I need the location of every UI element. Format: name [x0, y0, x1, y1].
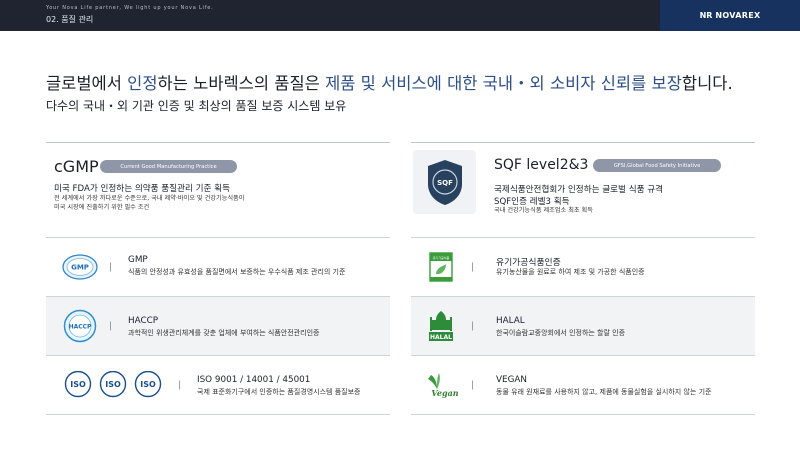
haccp-badge-text: HACCP	[69, 324, 92, 331]
cert-row-halal: HALAL HALAL 한국이슬람교중앙회에서 인정하는 할랄 인증	[411, 297, 755, 355]
cgmp-pill-badge: Current Good Manufacturing Practice	[100, 160, 237, 173]
gmp-desc: 식품의 안정성과 유효성을 품질면에서 보증하는 우수식품 제조 관리의 기준	[128, 268, 346, 276]
halal-title: HALAL	[496, 316, 525, 326]
cert-row-organic: 유기가공식품 유기가공식품인증 유기농산물을 원료로 하여 제조 및 가공한 식…	[411, 238, 755, 296]
cgmp-small-desc-2: 미국 시장에 진출하기 위한 필수 조건	[54, 204, 150, 211]
iso-badge-text-2: ISO	[105, 380, 121, 389]
sqf-seal-icon: SQF	[427, 160, 462, 205]
haccp-badge-icon: HACCP	[63, 309, 97, 343]
divider	[411, 142, 755, 143]
gmp-badge-icon: GMP	[62, 254, 98, 280]
iso-title: ISO 9001 / 14001 / 45001	[197, 375, 311, 385]
iso-badges-icon: ISO ISO ISO	[64, 371, 162, 398]
gmp-badge-text: GMP	[71, 264, 89, 272]
brand-mark-icon: NR	[699, 11, 713, 20]
organic-badge-icon: 유기가공식품	[429, 252, 453, 282]
divider	[46, 142, 390, 143]
iso-badge-text-3: ISO	[140, 380, 156, 389]
separator	[472, 380, 473, 390]
section-title: 02. 품질 관리	[46, 15, 94, 24]
sqf-pill-badge: GFSI,Global Food Safety Initiative	[593, 159, 721, 172]
sqf-desc-1: 국제식품안전협회가 인정하는 글로벌 식품 규격	[494, 185, 664, 195]
organic-desc: 유기농산물을 원료로 하여 제조 및 가공한 식품인증	[496, 268, 645, 276]
top-bar: Your Nova Life partner, We light up your…	[0, 0, 800, 31]
brand-name: NOVAREX	[715, 11, 761, 20]
tagline: Your Nova Life partner, We light up your…	[46, 5, 214, 11]
iso-badge-text-1: ISO	[70, 380, 86, 389]
organic-badge-text: 유기가공식품	[433, 255, 450, 260]
headline-part3: 하는 노바렉스의 품질은	[157, 74, 326, 93]
separator	[472, 262, 473, 272]
separator	[110, 321, 111, 331]
cert-row-gmp: GMP GMP 식품의 안정성과 유효성을 품질면에서 보증하는 우수식품 제조…	[46, 238, 390, 296]
vegan-badge-icon: Vegan	[428, 373, 459, 398]
halal-desc: 한국이슬람교중앙회에서 인정하는 할랄 인증	[496, 329, 626, 337]
page-subtitle: 다수의 국내・외 기관 인증 및 최상의 품질 보증 시스템 보유	[46, 99, 347, 113]
sqf-logo-text: SQF	[437, 179, 453, 187]
separator	[472, 321, 473, 331]
halal-badge-text: HALAL	[430, 334, 452, 341]
cert-row-iso: ISO ISO ISO ISO 9001 / 14001 / 45001 국제 …	[46, 356, 390, 414]
vegan-badge-text: Vegan	[431, 388, 458, 398]
cert-row-vegan: Vegan VEGAN 동물 유래 원재료를 사용하지 않고, 제품에 동물실험…	[411, 356, 755, 414]
cert-row-haccp: HACCP HACCP 과학적인 위생관리체계를 갖춘 업체에 부여하는 식품안…	[46, 297, 390, 355]
page-headline: 글로벌에서 인정하는 노바렉스의 품질은 제품 및 서비스에 대한 국내・외 소…	[46, 70, 733, 94]
divider	[411, 414, 755, 415]
iso-desc: 국제 표준화기구에서 인증하는 품질경영시스템 품질보증	[197, 388, 361, 396]
cgmp-title: cGMP	[54, 157, 99, 176]
sqf-title: SQF level2&3	[494, 157, 589, 173]
vegan-desc: 동물 유래 원재료를 사용하지 않고, 제품에 동물실험을 실시하지 않는 기준	[496, 388, 712, 396]
halal-badge-icon: HALAL	[429, 311, 453, 341]
headline-part5: 합니다.	[681, 74, 733, 93]
separator	[110, 262, 111, 272]
sqf-small-desc: 국내 건강기능식품 제조업소 최초 획득	[494, 207, 593, 214]
haccp-title: HACCP	[128, 316, 159, 326]
headline-part4: 제품 및 서비스에 대한 국내・외 소비자 신뢰를 보장	[325, 74, 682, 93]
cgmp-small-desc-1: 전 세계에서 가장 까다로운 수준으로, 국내 제약·바이오 및 건강기능식품이	[54, 195, 245, 202]
vegan-title: VEGAN	[496, 375, 527, 385]
divider	[46, 414, 390, 415]
sqf-logo: SQF	[413, 150, 476, 214]
haccp-desc: 과학적인 위생관리체계를 갖춘 업체에 부여하는 식품안전관리인증	[128, 329, 320, 337]
gmp-title: GMP	[128, 255, 148, 265]
headline-part2: 인정	[127, 74, 158, 93]
cgmp-desc: 미국 FDA가 인정하는 의약품 품질관리 기준 획득	[54, 184, 230, 194]
separator	[179, 380, 180, 390]
headline-part1: 글로벌에서	[46, 74, 128, 93]
brand-logo[interactable]: NR NOVAREX	[660, 0, 800, 31]
